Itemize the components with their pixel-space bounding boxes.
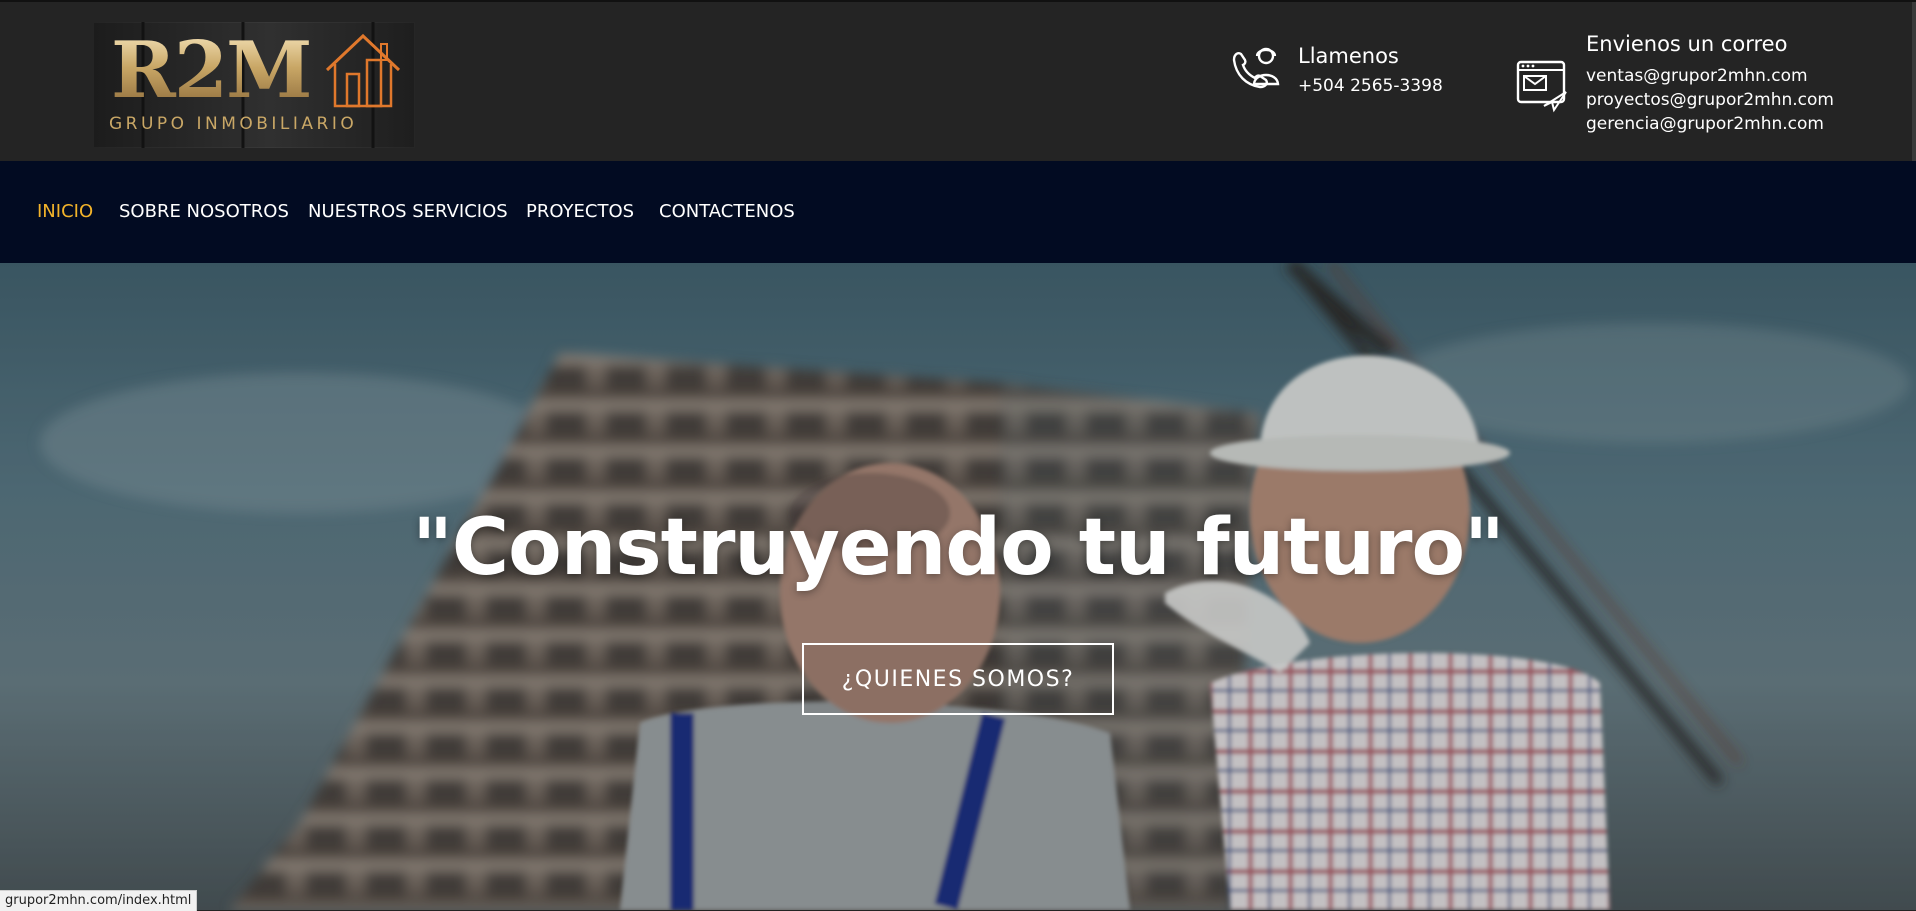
phone-contact[interactable]: Llamenos +504 2565-3398 — [1228, 42, 1468, 112]
hero-title: "Construyendo tu futuro" — [412, 503, 1505, 593]
email-proyectos[interactable]: proyectos@grupor2mhn.com — [1586, 90, 1834, 110]
nav-inicio[interactable]: INICIO — [37, 201, 93, 222]
logo-subtitle: GRUPO INMOBILIARIO — [109, 114, 358, 134]
house-icon — [325, 33, 401, 108]
main-nav: INICIO SOBRE NOSOTROS NUESTROS SERVICIOS… — [0, 161, 1916, 263]
nav-sobre-nosotros[interactable]: SOBRE NOSOTROS — [119, 201, 289, 222]
phone-number[interactable]: +504 2565-3398 — [1298, 76, 1443, 96]
email-contact: Envienos un correo ventas@grupor2mhn.com… — [1514, 32, 1894, 142]
top-header: R2M GRUPO INMOBILIARIO Llamenos +504 256… — [0, 0, 1916, 202]
status-bar-url: grupor2mhn.com/index.html — [0, 890, 198, 911]
nav-proyectos[interactable]: PROYECTOS — [526, 201, 634, 222]
phone-title: Llamenos — [1298, 44, 1399, 68]
email-ventas[interactable]: ventas@grupor2mhn.com — [1586, 66, 1808, 86]
hero-section: "Construyendo tu futuro" ¿QUIENES SOMOS? — [0, 263, 1916, 910]
logo-mark: R2M — [111, 25, 312, 116]
email-gerencia[interactable]: gerencia@grupor2mhn.com — [1586, 114, 1824, 134]
email-window-icon — [1516, 60, 1567, 113]
email-title: Envienos un correo — [1586, 32, 1788, 56]
r2m-logo[interactable]: R2M GRUPO INMOBILIARIO — [93, 22, 415, 148]
nav-contactenos[interactable]: CONTACTENOS — [659, 201, 795, 222]
nav-nuestros-servicios[interactable]: NUESTROS SERVICIOS — [308, 201, 508, 222]
quienes-somos-button[interactable]: ¿QUIENES SOMOS? — [802, 643, 1114, 715]
phone-agent-icon — [1232, 47, 1280, 89]
